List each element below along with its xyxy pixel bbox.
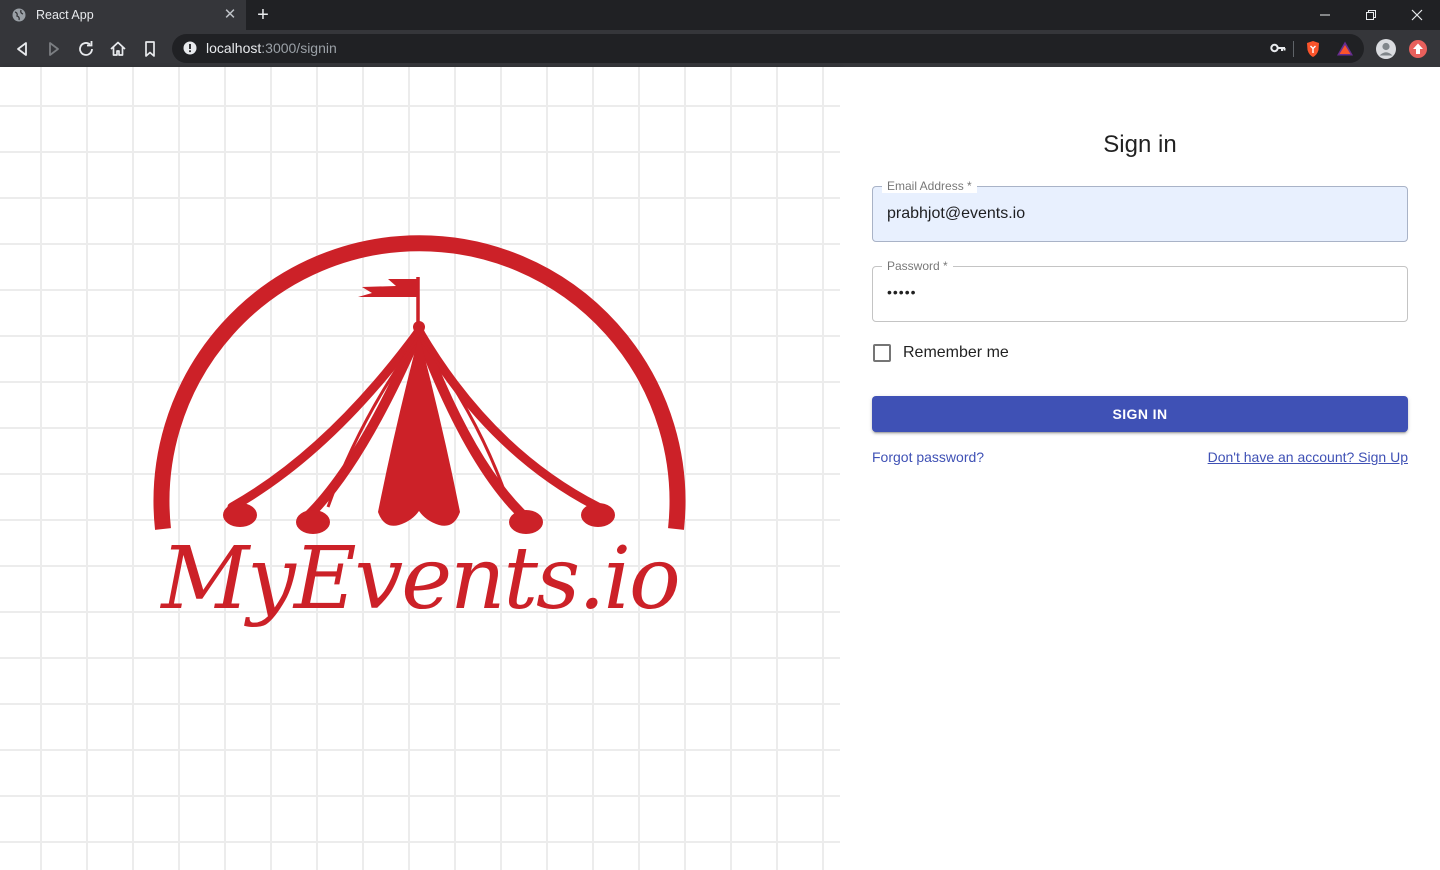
sign-in-button[interactable]: Sign In (872, 396, 1408, 432)
email-input[interactable] (887, 205, 1387, 223)
forward-button[interactable] (43, 38, 65, 60)
home-icon (110, 41, 126, 56)
circus-tent-logo-icon (153, 235, 686, 534)
bookmark-icon (145, 41, 155, 57)
home-button[interactable] (107, 38, 129, 60)
omnibox-divider (1293, 41, 1294, 57)
reload-button[interactable] (75, 38, 97, 60)
remember-me-checkbox[interactable] (873, 344, 891, 362)
address-bar[interactable]: localhost:3000/signin (172, 34, 1364, 63)
email-label: Email Address * (882, 179, 977, 193)
minimize-window-button[interactable] (1302, 0, 1348, 30)
extension-icon[interactable] (1408, 39, 1428, 59)
reload-icon (79, 41, 93, 56)
forgot-password-link[interactable]: Forgot password? (872, 449, 984, 465)
back-button[interactable] (11, 38, 33, 60)
back-arrow-icon (17, 42, 27, 56)
remember-me-label[interactable]: Remember me (903, 344, 1009, 362)
restore-icon (1366, 10, 1376, 20)
close-window-button[interactable] (1394, 0, 1440, 30)
password-label: Password * (882, 259, 953, 273)
key-icon[interactable] (1270, 41, 1286, 55)
brave-shield-icon[interactable] (1305, 40, 1321, 58)
url-text: localhost:3000/signin (206, 40, 337, 56)
forward-arrow-icon (49, 42, 59, 56)
bookmark-button[interactable] (139, 38, 161, 60)
restore-window-button[interactable] (1348, 0, 1394, 30)
email-field[interactable]: Email Address * (872, 179, 1408, 242)
minimize-icon (1320, 14, 1330, 16)
new-tab-icon[interactable]: + (252, 4, 274, 26)
remember-me-row[interactable]: Remember me (872, 341, 1009, 365)
close-tab-icon[interactable]: ✕ (222, 7, 238, 23)
browser-tab[interactable]: React App ✕ (0, 0, 246, 30)
tab-title: React App (36, 8, 94, 22)
page-content: MyEvents.io Sign in Email Address * Pass… (0, 67, 1440, 870)
site-info-icon[interactable] (183, 41, 197, 55)
profile-avatar-icon[interactable] (1375, 38, 1397, 60)
globe-icon (12, 8, 26, 22)
password-input[interactable]: ••••• (887, 284, 1387, 300)
browser-toolbar: localhost:3000/signin (0, 30, 1440, 67)
sign-up-link[interactable]: Don't have an account? Sign Up (1208, 449, 1408, 465)
close-icon (1411, 9, 1423, 21)
page-title: Sign in (1103, 131, 1177, 158)
signin-panel: Sign in Email Address * Password * •••••… (840, 67, 1440, 870)
logo-wordmark: MyEvents.io (161, 529, 681, 629)
brave-rewards-icon[interactable] (1336, 40, 1354, 57)
browser-tab-strip: React App ✕ + (0, 0, 1440, 30)
password-field[interactable]: Password * ••••• (872, 259, 1408, 322)
hero-image: MyEvents.io (0, 67, 840, 870)
